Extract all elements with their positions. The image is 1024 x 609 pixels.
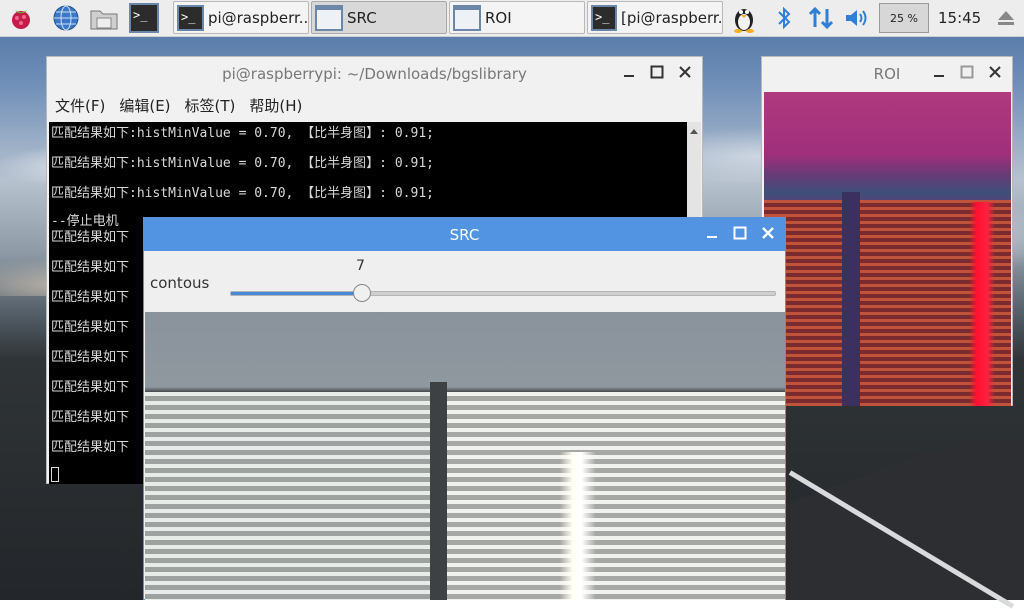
taskbar-app-src[interactable]: SRC: [311, 1, 447, 34]
contous-trackbar[interactable]: [230, 284, 776, 302]
roi-title: ROI: [873, 64, 901, 83]
terminal-line: 匹配结果如下:histMinValue = 0.70, 【比半身图】: 0.91…: [51, 156, 434, 171]
terminal-titlebar[interactable]: pi@raspberrypi: ~/Downloads/bgslibrary: [47, 57, 702, 90]
maximize-icon[interactable]: [958, 63, 976, 81]
menu-help[interactable]: 帮助(H): [249, 95, 302, 116]
terminal-line: 匹配结果如下:histMinValue = 0.70, 【比半身图】: 0.91…: [51, 186, 434, 201]
clock[interactable]: 15:45: [938, 0, 981, 36]
taskbar-app-label: pi@raspberr...: [207, 8, 308, 27]
terminal-cursor: [51, 467, 59, 482]
roi-window: ROI: [761, 56, 1013, 406]
file-manager-folder-icon[interactable]: [89, 3, 119, 33]
terminal-menubar: 文件(F) 编辑(E) 标签(T) 帮助(H): [47, 90, 702, 120]
menu-file[interactable]: 文件(F): [55, 95, 105, 116]
terminal-icon: >_: [591, 4, 618, 31]
network-arrows-icon[interactable]: [805, 3, 837, 33]
bluetooth-icon[interactable]: [770, 3, 798, 33]
roi-titlebar[interactable]: ROI: [762, 57, 1012, 90]
terminal-launcher-icon[interactable]: >_: [129, 3, 159, 33]
taskbar-app-label: [pi@raspberr...: [621, 8, 722, 27]
terminal-icon: >_: [177, 4, 204, 31]
terminal-title: pi@raspberrypi: ~/Downloads/bgslibrary: [222, 64, 527, 83]
taskbar: >_ >_ pi@raspberr... SRC ROI >_ [pi@rasp…: [0, 0, 1024, 37]
roi-image: [764, 92, 1011, 406]
minimize-icon[interactable]: [620, 63, 638, 81]
roi-highlight: [969, 202, 995, 406]
minimize-icon[interactable]: [930, 63, 948, 81]
terminal-line: 匹配结果如下: [51, 290, 130, 305]
taskbar-app-terminal-2[interactable]: >_ [pi@raspberr...: [587, 1, 723, 34]
src-mullion: [430, 382, 447, 600]
cpu-usage-monitor[interactable]: 25 %: [879, 3, 929, 33]
terminal-line: 匹配结果如下: [51, 230, 130, 245]
terminal-line: 匹配结果如下:histMinValue = 0.70, 【比半身图】: 0.91…: [51, 126, 434, 141]
taskbar-app-label: SRC: [347, 8, 377, 27]
volume-icon[interactable]: [843, 3, 871, 33]
eject-icon[interactable]: [994, 3, 1018, 33]
src-blind-right: [447, 392, 785, 600]
minimize-icon[interactable]: [703, 224, 721, 242]
window-icon: [315, 4, 343, 31]
taskbar-app-terminal-1[interactable]: >_ pi@raspberr...: [173, 1, 309, 34]
src-light-reflection: [560, 452, 596, 600]
window-icon: [453, 4, 481, 31]
close-icon[interactable]: [759, 224, 777, 242]
trackbar-fill: [231, 292, 362, 295]
menu-edit[interactable]: 编辑(E): [119, 95, 170, 116]
taskbar-app-label: ROI: [485, 8, 512, 27]
taskbar-app-roi[interactable]: ROI: [449, 1, 585, 34]
terminal-line: 匹配结果如下: [51, 440, 130, 455]
scroll-up-arrow-icon[interactable]: [687, 125, 701, 137]
raspberry-menu-icon[interactable]: [6, 3, 36, 33]
browser-globe-icon[interactable]: [51, 3, 81, 33]
maximize-icon[interactable]: [648, 63, 666, 81]
src-title: SRC: [449, 225, 480, 244]
src-titlebar[interactable]: SRC: [144, 218, 785, 251]
maximize-icon[interactable]: [731, 224, 749, 242]
roi-mullion: [842, 192, 860, 406]
tux-penguin-icon[interactable]: [728, 3, 760, 33]
terminal-line: 匹配结果如下: [51, 410, 130, 425]
trackbar-label: contous: [150, 274, 210, 292]
trackbar-handle[interactable]: [353, 284, 371, 302]
trackbar-value: 7: [356, 258, 365, 274]
close-icon[interactable]: [986, 63, 1004, 81]
src-camera-image: [145, 312, 785, 600]
terminal-line: 匹配结果如下: [51, 350, 130, 365]
terminal-line: 匹配结果如下: [51, 320, 130, 335]
close-icon[interactable]: [676, 63, 694, 81]
src-window: SRC contous 7: [143, 217, 786, 600]
terminal-line: 匹配结果如下: [51, 380, 130, 395]
terminal-line: 匹配结果如下: [51, 260, 130, 275]
src-blind-left: [145, 392, 430, 600]
menu-tabs[interactable]: 标签(T): [185, 95, 236, 116]
